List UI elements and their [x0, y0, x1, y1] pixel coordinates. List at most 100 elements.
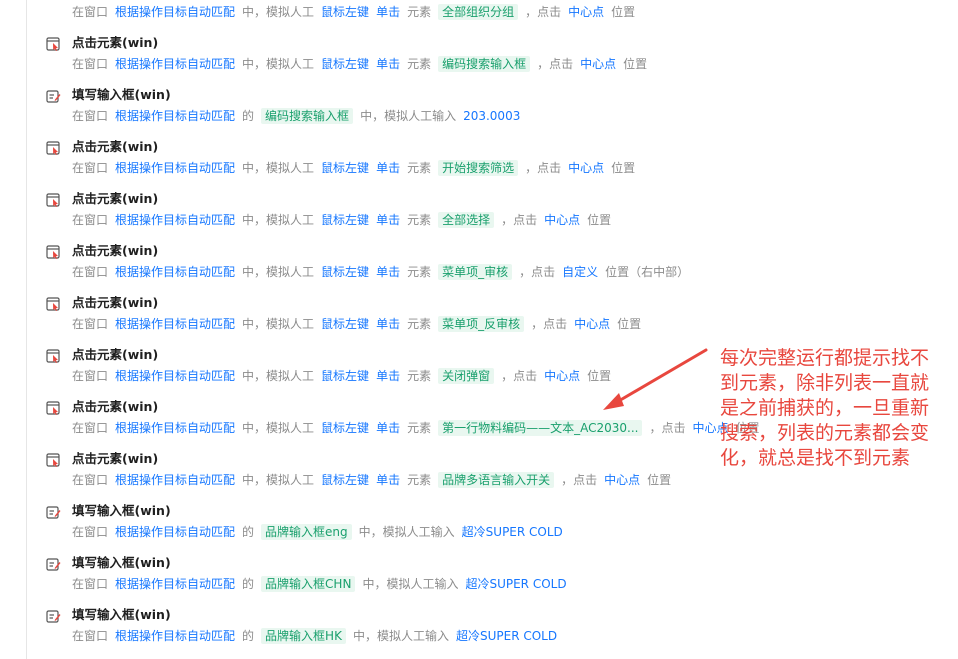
desc-text: 中，模拟人工	[242, 317, 315, 331]
element-tag[interactable]: 关闭弹窗	[438, 368, 495, 384]
param-link[interactable]: 根据操作目标自动匹配	[115, 265, 235, 279]
element-tag[interactable]: 全部选择	[438, 212, 495, 228]
desc-text: ，点击	[531, 317, 568, 331]
param-link[interactable]: 鼠标左键	[321, 317, 369, 331]
step-title: 点击元素(win)	[72, 35, 159, 50]
desc-text: 元素	[407, 213, 432, 227]
desc-text: 位置	[611, 5, 636, 19]
desc-text: 在窗口	[72, 629, 109, 643]
param-link[interactable]: 鼠标左键	[321, 57, 369, 71]
param-link[interactable]: 根据操作目标自动匹配	[115, 473, 235, 487]
desc-text: 在窗口	[72, 525, 109, 539]
param-link[interactable]: 中心点	[544, 213, 580, 227]
element-tag[interactable]: 菜单项_审核	[438, 264, 513, 280]
element-tag[interactable]: 品牌输入框CHN	[261, 576, 356, 592]
step-description: 在窗口 根据操作目标自动匹配 中，模拟人工 鼠标左键 单击 元素 品牌多语言输入开关 ，点击中…	[72, 471, 671, 489]
param-link[interactable]: 单击	[376, 421, 400, 435]
desc-text: 元素	[407, 369, 432, 383]
param-link[interactable]: 根据操作目标自动匹配	[115, 109, 235, 123]
desc-text: ，点击	[561, 473, 598, 487]
desc-text: 位置	[587, 369, 612, 383]
desc-text: 中，模拟人工	[242, 213, 315, 227]
param-link[interactable]: 根据操作目标自动匹配	[115, 161, 235, 175]
param-link[interactable]: 中心点	[574, 317, 610, 331]
desc-text: 中，模拟人工	[242, 5, 315, 19]
element-tag[interactable]: 第一行物料编码——文本_AC2030...	[438, 420, 643, 436]
step-title: 点击元素(win)	[72, 243, 159, 258]
desc-text: 元素	[407, 473, 432, 487]
element-tag[interactable]: 开始搜索筛选	[438, 160, 519, 176]
param-link[interactable]: 根据操作目标自动匹配	[115, 317, 235, 331]
param-link[interactable]: 根据操作目标自动匹配	[115, 213, 235, 227]
param-link[interactable]: 根据操作目标自动匹配	[115, 369, 235, 383]
param-link[interactable]: 单击	[376, 369, 400, 383]
desc-text: 位置	[617, 317, 642, 331]
desc-text: 的	[242, 629, 255, 643]
step-description: 在窗口 根据操作目标自动匹配 中，模拟人工 鼠标左键 单击 元素 关闭弹窗 ，点击 中心点 位置	[72, 367, 611, 385]
step-description: 在窗口 根据操作目标自动匹配 中，模拟人工 鼠标左键 单击 元素 菜单项_审核 ，点击 自定义位…	[72, 263, 689, 281]
param-link[interactable]: 中心点	[604, 473, 640, 487]
param-link[interactable]: 单击	[376, 161, 400, 175]
param-link[interactable]: 根据操作目标自动匹配	[115, 57, 235, 71]
desc-text: 元素	[407, 57, 432, 71]
param-link[interactable]: 根据操作目标自动匹配	[115, 421, 235, 435]
param-link[interactable]: 根据操作目标自动匹配	[115, 577, 235, 591]
desc-text: ，点击	[525, 161, 562, 175]
param-link[interactable]: 根据操作目标自动匹配	[115, 629, 235, 643]
desc-text: 位置	[587, 213, 612, 227]
param-link[interactable]: 单击	[376, 317, 400, 331]
element-tag[interactable]: 全部组织分组	[438, 4, 519, 20]
desc-text: 在窗口	[72, 109, 109, 123]
fill-input-icon	[46, 609, 61, 624]
param-link[interactable]: 单击	[376, 57, 400, 71]
param-link[interactable]: 鼠标左键	[321, 265, 369, 279]
step-title: 点击元素(win)	[72, 139, 159, 154]
element-tag[interactable]: 品牌输入框HK	[261, 628, 346, 644]
desc-text: 中，模拟人工	[242, 473, 315, 487]
param-link[interactable]: 鼠标左键	[321, 213, 369, 227]
element-tag[interactable]: 品牌输入框eng	[261, 524, 352, 540]
param-link[interactable]: 中心点	[580, 57, 616, 71]
desc-text: 元素	[407, 421, 432, 435]
param-link[interactable]: 中心点	[568, 161, 604, 175]
param-link[interactable]: 中心点	[568, 5, 604, 19]
step-description: 在窗口 根据操作目标自动匹配 中，模拟人工 鼠标左键 单击 元素 菜单项_反审核 ，点击 中心点…	[72, 315, 641, 333]
element-tag[interactable]: 编码搜索输入框	[438, 56, 531, 72]
param-link[interactable]: 超冷SUPER COLD	[456, 629, 557, 643]
param-link[interactable]: 根据操作目标自动匹配	[115, 5, 235, 19]
desc-text: 在窗口	[72, 5, 109, 19]
desc-text: 元素	[407, 5, 432, 19]
param-link[interactable]: 中心点	[544, 369, 580, 383]
param-link[interactable]: 超冷SUPER COLD	[465, 577, 566, 591]
param-link[interactable]: 单击	[376, 5, 400, 19]
param-link[interactable]: 鼠标左键	[321, 161, 369, 175]
param-link[interactable]: 自定义	[562, 265, 598, 279]
param-link[interactable]: 鼠标左键	[321, 369, 369, 383]
param-link[interactable]: 203.0003	[463, 109, 520, 123]
desc-text: ，点击	[649, 421, 686, 435]
desc-text: ，点击	[501, 369, 538, 383]
param-link[interactable]: 鼠标左键	[321, 421, 369, 435]
element-tag[interactable]: 品牌多语言输入开关	[438, 472, 555, 488]
param-link[interactable]: 鼠标左键	[321, 5, 369, 19]
desc-text: 位置	[623, 57, 648, 71]
param-link[interactable]: 单击	[376, 473, 400, 487]
desc-text: 中，模拟人工输入	[352, 629, 449, 643]
param-link[interactable]: 根据操作目标自动匹配	[115, 525, 235, 539]
desc-text: 的	[242, 525, 255, 539]
element-tag[interactable]: 编码搜索输入框	[261, 108, 354, 124]
step-title: 填写输入框(win)	[72, 87, 171, 102]
element-tag[interactable]: 菜单项_反审核	[438, 316, 525, 332]
desc-text: 中，模拟人工输入	[358, 525, 455, 539]
fill-input-icon	[46, 505, 61, 520]
step-description: 在窗口 根据操作目标自动匹配的品牌输入框CHN 中，模拟人工输入 超冷SUPER CO…	[72, 575, 567, 593]
desc-text: 在窗口	[72, 473, 109, 487]
annotation-arrow-line	[615, 348, 708, 404]
click-element-icon	[46, 349, 61, 364]
param-link[interactable]: 超冷SUPER COLD	[462, 525, 563, 539]
desc-text: 在窗口	[72, 317, 109, 331]
param-link[interactable]: 鼠标左键	[321, 473, 369, 487]
param-link[interactable]: 单击	[376, 265, 400, 279]
param-link[interactable]: 单击	[376, 213, 400, 227]
step-description: 在窗口 根据操作目标自动匹配 中，模拟人工 鼠标左键 单击 元素 全部选择 ，点击 中心点 位置	[72, 211, 611, 229]
